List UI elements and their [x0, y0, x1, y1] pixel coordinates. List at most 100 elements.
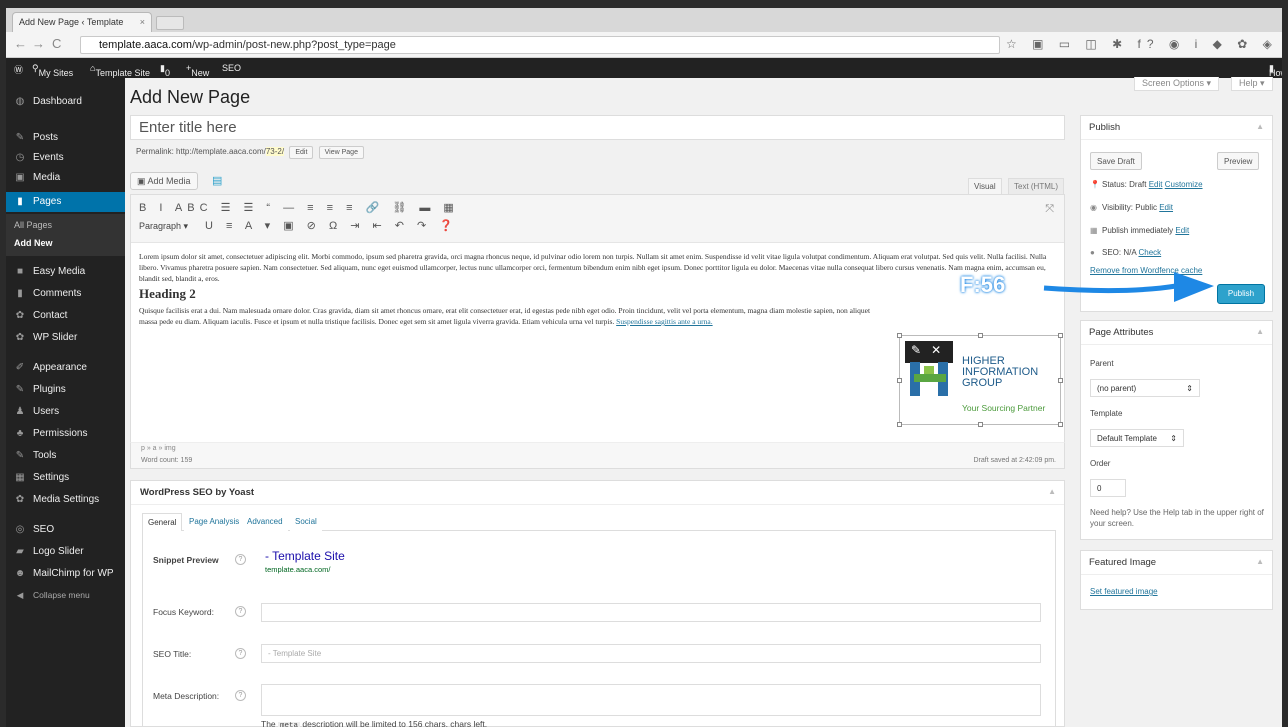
word-count: Word count: 159: [141, 457, 193, 464]
paragraph-select[interactable]: Paragraph ▾: [139, 221, 188, 232]
fullscreen-icon[interactable]: ⤧: [1045, 203, 1054, 216]
menu-settings[interactable]: ▦ Settings: [6, 468, 125, 488]
schedule-edit-link[interactable]: Edit: [1175, 226, 1189, 235]
slider-icon: ✿: [15, 332, 25, 343]
comments-link[interactable]: ▮ 0: [160, 63, 170, 78]
logo-tagline: Your Sourcing Partner: [962, 403, 1046, 413]
publish-button[interactable]: Publish: [1217, 284, 1265, 304]
new-link[interactable]: + New: [186, 63, 209, 78]
menu-users[interactable]: ♟ Users: [6, 402, 125, 422]
submenu-add-new[interactable]: Add New: [14, 238, 53, 248]
yoast-box-header[interactable]: WordPress SEO by Yoast ▲: [131, 481, 1064, 505]
seo-title-input[interactable]: - Template Site: [261, 644, 1041, 663]
tab-social[interactable]: Social: [290, 513, 322, 531]
add-media-button[interactable]: ▣ Add Media: [130, 172, 198, 190]
content-editor[interactable]: B I ABC ☰ ☰ “ — ≡ ≡ ≡ 🔗 ⛓ ▬ ▦ Paragraph …: [130, 194, 1065, 469]
template-select[interactable]: Default Template ⇕: [1090, 429, 1184, 447]
reload-icon[interactable]: C: [52, 36, 61, 51]
tab-general[interactable]: General: [142, 513, 183, 531]
site-link[interactable]: ⌂ Template Site: [90, 63, 150, 78]
save-draft-button[interactable]: Save Draft: [1090, 152, 1142, 170]
menu-tools[interactable]: ✎ Tools: [6, 446, 125, 466]
back-icon[interactable]: ←: [14, 36, 27, 51]
set-featured-image-link[interactable]: Set featured image: [1090, 587, 1158, 596]
menu-permissions[interactable]: ♣ Permissions: [6, 424, 125, 444]
menu-logo-slider[interactable]: ▰ Logo Slider: [6, 542, 125, 562]
close-tab-icon[interactable]: ×: [140, 17, 145, 27]
menu-pages[interactable]: ▮ Pages: [6, 192, 125, 212]
order-input[interactable]: 0: [1090, 479, 1126, 497]
meta-description-input[interactable]: [261, 684, 1041, 716]
resize-handle[interactable]: [1058, 333, 1063, 338]
menu-seo[interactable]: ◎ SEO: [6, 520, 125, 540]
resize-handle[interactable]: [897, 378, 902, 383]
menu-media-settings[interactable]: ✿ Media Settings: [6, 490, 125, 510]
menu-posts[interactable]: ✎ Posts: [6, 128, 125, 148]
tab-page-analysis[interactable]: Page Analysis: [184, 513, 245, 531]
menu-events[interactable]: ◷ Events: [6, 148, 125, 168]
help-icon[interactable]: ?: [235, 690, 246, 701]
title-input[interactable]: Enter title here: [130, 115, 1065, 140]
howdy-link[interactable]: Howdy, higwebadmin ▮: [1269, 63, 1282, 78]
new-tab-button[interactable]: [156, 16, 184, 30]
forward-icon[interactable]: →: [32, 36, 45, 51]
toolbar-row-1[interactable]: B I ABC ☰ ☰ “ — ≡ ≡ ≡ 🔗 ⛓ ▬ ▦: [139, 201, 459, 214]
focus-keyword-input[interactable]: [261, 603, 1041, 622]
extension-icons[interactable]: ☆ ▣ ▭ ◫ ✱ f? ◉ i ◆ ✿ ◈ ▦ ≡: [1006, 37, 1282, 51]
tab-visual[interactable]: Visual: [968, 178, 1002, 194]
toolbar-row-2[interactable]: U ≡ A ▾ ▣ ⊘ Ω ⇥ ⇤ ↶ ↷ ❓: [205, 219, 458, 232]
toggle-arrow-icon[interactable]: ▲: [1256, 557, 1264, 566]
toggle-arrow-icon[interactable]: ▲: [1256, 327, 1264, 336]
editor-content[interactable]: Lorem ipsum dolor sit amet, consectetuer…: [139, 251, 1054, 327]
menu-dashboard[interactable]: ◍ Dashboard: [6, 92, 125, 112]
menu-plugins[interactable]: ✎ Plugins: [6, 380, 125, 400]
menu-collapse[interactable]: ◀ Collapse menu: [6, 586, 125, 606]
help-icon[interactable]: ?: [235, 648, 246, 659]
view-page-button[interactable]: View Page: [318, 146, 364, 159]
form-icon[interactable]: ▤: [212, 174, 222, 187]
address-bar[interactable]: template.aaca.com/wp-admin/post-new.php?…: [80, 36, 1000, 54]
help-icon[interactable]: ?: [235, 606, 246, 617]
visibility-edit-link[interactable]: Edit: [1159, 203, 1173, 212]
pencil-icon[interactable]: ✎: [911, 343, 931, 357]
browser-tab[interactable]: Add New Page ‹ Template ×: [12, 12, 152, 32]
tab-advanced[interactable]: Advanced: [242, 513, 288, 531]
menu-wp-slider[interactable]: ✿ WP Slider: [6, 328, 125, 348]
resize-handle[interactable]: [1058, 422, 1063, 427]
menu-easy-media[interactable]: ■ Easy Media: [6, 262, 125, 282]
resize-handle[interactable]: [1058, 378, 1063, 383]
close-icon[interactable]: ✕: [931, 343, 951, 357]
toggle-arrow-icon[interactable]: ▲: [1048, 487, 1056, 496]
inserted-logo-image[interactable]: ✎✕ HIGHER INFORMATION GROUP Your Sourcing …: [897, 333, 1063, 427]
menu-media[interactable]: ▣ Media: [6, 168, 125, 188]
help-icon[interactable]: ?: [235, 554, 246, 565]
help-button[interactable]: Help ▾: [1231, 77, 1273, 91]
status-edit-link[interactable]: Edit: [1149, 180, 1163, 189]
menu-appearance[interactable]: ✐ Appearance: [6, 358, 125, 378]
customize-link[interactable]: Customize: [1165, 180, 1203, 189]
my-sites-link[interactable]: ⚲ My Sites: [32, 63, 73, 78]
resize-handle[interactable]: [978, 422, 983, 427]
seo-link[interactable]: SEO: [222, 63, 241, 73]
parent-select[interactable]: (no parent) ⇕: [1090, 379, 1200, 397]
seo-check-link[interactable]: Check: [1138, 248, 1161, 257]
resize-handle[interactable]: [897, 333, 902, 338]
submenu-all-pages[interactable]: All Pages: [14, 220, 52, 230]
paragraph-2-link[interactable]: Suspendisse sagittis ante a urna.: [616, 317, 712, 326]
screen-options-button[interactable]: Screen Options ▾: [1134, 77, 1220, 91]
resize-handle[interactable]: [978, 333, 983, 338]
publish-box-header[interactable]: Publish ▲: [1081, 116, 1272, 140]
wp-logo-icon[interactable]: Ⓦ: [14, 63, 23, 76]
menu-contact[interactable]: ✿ Contact: [6, 306, 125, 326]
toggle-arrow-icon[interactable]: ▲: [1256, 122, 1264, 131]
preview-button[interactable]: Preview: [1217, 152, 1260, 170]
comments-count: 0: [164, 68, 170, 78]
permalink-edit-button[interactable]: Edit: [289, 146, 314, 159]
menu-label: Tools: [33, 450, 57, 461]
page-attributes-header[interactable]: Page Attributes ▲: [1081, 321, 1272, 345]
menu-comments[interactable]: ▮ Comments: [6, 284, 125, 304]
resize-handle[interactable]: [897, 422, 902, 427]
tab-text[interactable]: Text (HTML): [1008, 178, 1064, 194]
menu-mailchimp[interactable]: ☻ MailChimp for WP: [6, 564, 125, 584]
featured-image-header[interactable]: Featured Image ▲: [1081, 551, 1272, 575]
